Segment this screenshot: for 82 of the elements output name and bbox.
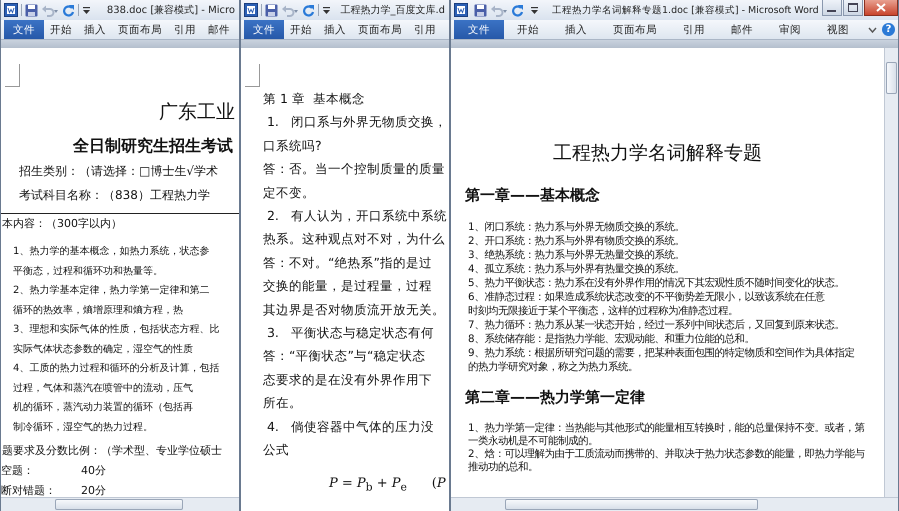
paragraph: 答：否。当一个控制质量的质量 定不变。 [262,160,446,202]
form-field-text: 招生类别：（请选择：□博士生√学术 [18,163,219,180]
undo-icon[interactable] [490,4,508,16]
list-item-text: 9、热力系统：根据所研究问题的需要，把某种表面包围的特定物质和空间作为具体指定 的热力学研究对象，称之为热力系统。 [468,346,856,374]
form-field-text: 考试科目名称：（838）工程热力学 [18,187,211,204]
horizontal-scrollbar[interactable] [451,497,898,511]
file-tab[interactable]: 文件 [244,20,284,39]
list-item-text: 1、热力学第一定律：当热能与其他形式的能量相互转换时，能的总量保持不变。或者，第 一类永动机是不可能制成的。 [468,422,866,448]
list-item-text: 1、热力学的基本概念，如热力系统，状态参 平衡态，过程和循环功和热量等。 [12,244,210,278]
ribbon-tab[interactable]: 插入 [552,20,600,39]
ribbon-tab[interactable]: 邮件 [718,20,766,39]
paragraph: 4. 倘使容器中气体的压力没 公式 [262,418,435,460]
chevron-down-icon[interactable] [868,26,877,34]
file-tab[interactable]: 文件 [454,20,504,39]
chapter-heading: 第 1 章 基本概念 [262,90,366,108]
score-value: 20分 [81,483,106,497]
ribbon-tab[interactable]: 开始 [284,20,318,39]
minimize-button[interactable] [822,0,842,16]
ribbon-tab[interactable]: 视图 [814,20,862,39]
list-item-text: 4、孤立系统：热力系与外界有热量交换的系统。 [468,262,686,276]
list-item-text: 2、开口系统：热力系与外界有物质交换的系统。 [468,234,686,248]
save-icon[interactable] [25,4,38,16]
list-item-text: 2、焓：可以理解为由于工质流动而携带的、并取决于热力状态参数的能量，即热力学能与 推动功的总和。 [468,448,866,474]
document-subtitle: 全日制研究生招生考试 [72,135,234,157]
ribbon-tab[interactable]: 页面布局 [352,20,408,39]
file-tab[interactable]: 文件 [4,20,44,39]
ribbon-tab[interactable]: 引用 [168,20,202,39]
document-app-icon[interactable] [454,3,468,17]
paragraph: 2. 有人认为，开口系统中系统 热系。这种观点对不对，为什么 [262,207,448,248]
ribbon-tab[interactable]: 页面布局 [112,20,168,39]
ribbon-tab[interactable]: 开始 [44,20,78,39]
paragraph: 1. 闭口系与外界无物质交换， 口系统吗? [262,113,448,155]
chapter-heading: 第一章——基本概念 [464,185,601,206]
formula: P = P$_{b}$ + P$_{e}$ (P [328,474,447,496]
save-icon[interactable] [265,4,278,16]
redo-icon[interactable] [302,4,315,16]
list-item-text: 6、准静态过程：如果造成系统状态改变的不平衡势差无限小，以致该系统在任意 时刻均无限接近于某个平衡态，这样的过程称为准静态过程。 [468,290,826,318]
list-item-text: 5、热力平衡状态：热力系在没有外界作用的情况下其宏观性质不随时间变化的状态。 [468,276,846,290]
list-item-text: 1、闭口系统：热力系与外界无物质交换的系统。 [468,220,686,234]
redo-icon[interactable] [511,4,524,16]
window-title: 838.doc [兼容模式] - Micro [106,4,235,17]
score-label: 空题： [1,463,35,479]
ribbon-tab[interactable]: 开始 [504,20,552,39]
list-item-text: 7、热力循环：热力系从某一状态开始，经过一系列中间状态后，又回复到原来状态。 [468,318,846,332]
paragraph: 答：不对。“绝热系”指的是过 交换的能量，是过程量，过程 其边界是否对物质流开放无关。 [262,254,446,319]
score-value: 40分 [81,463,106,479]
list-item-text: 3、理想和实际气体的性质，包括状态方程、比 实际气体状态参数的确定，湿空气的性质 [12,322,220,356]
paragraph: 3. 平衡状态与稳定状态有何 [266,324,435,342]
undo-icon[interactable] [281,4,299,16]
help-icon[interactable]: ? [882,23,895,36]
ribbon-tab[interactable]: 插入 [78,20,112,39]
ribbon-tab[interactable]: 引用 [408,20,442,39]
ribbon-tab[interactable]: 审阅 [766,20,814,39]
list-item-text: 8、系统储存能：是指热力学能、宏观动能、和重力位能的总和。 [468,332,756,346]
horizontal-scrollbar[interactable] [1,497,239,511]
document-title: 工程热力学名词解释专题 [552,141,763,166]
section-text: 本内容：（300字以内） [1,213,239,242]
list-item-text: 4、工质的热力过程和循环的分析及计算，包括 过程，气体和蒸汽在喷管中的流动，压气 机的循环，蒸汽动力装置的循环（包括再 制冷循环，湿空气的热力过程。 [12,362,220,434]
crop-mark [5,64,20,87]
ribbon-tab[interactable]: 页面布局 [600,20,670,39]
score-label: 断对错题： [1,483,57,497]
vertical-scrollbar[interactable] [884,48,898,497]
paragraph: 答：“平衡状态”与“稳定状态 态要求的是在没有外界作用下 所在。 [262,347,433,412]
undo-icon[interactable] [41,4,59,16]
list-item-text: 2、热力学基本定律，热力学第一定律和第二 循环的热效率，熵增原理和熵方程，热 [12,284,210,318]
window-title: 工程热力学_百度文库.d [340,4,445,17]
chapter-heading: 第二章——热力学第一定律 [464,387,646,408]
section-text: 题要求及分数比例：（学术型、专业学位硕士 [1,443,223,459]
crop-mark [245,64,260,87]
window-title: 工程热力学名词解释专题1.doc [兼容模式] - Microsoft Word [552,4,819,16]
document-title: 广东工业 [158,100,236,125]
ribbon-tab[interactable]: 引用 [670,20,718,39]
ribbon-tab[interactable]: 插入 [318,20,352,39]
close-button[interactable] [864,0,898,16]
document-app-icon[interactable] [244,3,258,17]
close-icon[interactable] [876,3,886,12]
document-app-icon[interactable] [4,3,18,17]
list-item-text: 3、绝热系统：热力系与外界无热量交换的系统。 [468,248,686,262]
redo-icon[interactable] [62,4,75,16]
save-icon[interactable] [474,4,487,16]
maximize-button[interactable] [842,0,863,16]
ribbon-tab[interactable]: 邮件 [202,20,236,39]
